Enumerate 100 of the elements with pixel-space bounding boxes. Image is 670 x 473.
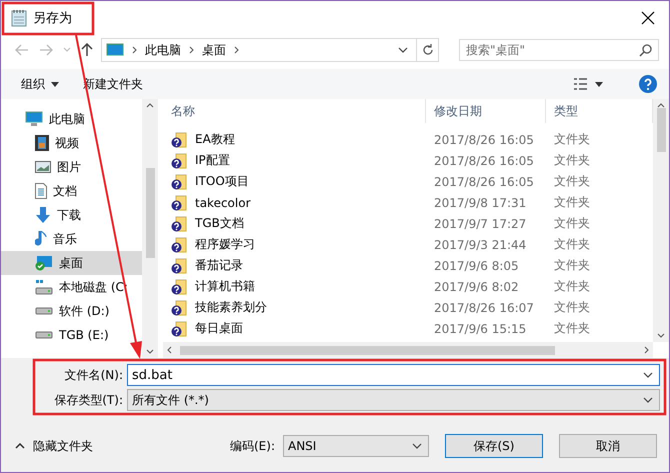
scrollbar[interactable] [142,99,158,358]
modified-date: 2017/9/8 17:31 [433,196,528,210]
document-icon [35,183,47,199]
modified-date: 2017/9/7 17:27 [433,216,528,230]
file-name[interactable]: 番茄记录 [195,257,243,274]
breadcrumb[interactable]: 桌面 [202,42,226,58]
address-bar[interactable]: 此电脑 桌面 [101,38,439,62]
organize-menu-button[interactable]: 组织 [21,74,59,94]
sidebar-item[interactable]: 图片 [1,155,142,179]
scroll-down-icon [657,333,665,338]
scroll-right-icon [644,346,649,354]
sidebar-item[interactable]: 文档 [1,179,142,203]
folder-question-icon [171,132,187,148]
encoding-label: 编码(E): [230,438,275,454]
folder-question-icon [171,300,187,316]
back-arrow-icon [15,44,29,56]
sidebar-item[interactable]: 软件 (D:) [1,299,142,323]
modified-date: 2017/9/3 21:44 [433,238,528,252]
monitor-icon [106,43,124,57]
file-name[interactable]: takecolor [195,196,251,210]
refresh-icon [422,44,434,56]
sidebar-item[interactable]: 下载 [1,203,142,227]
down-arrow-icon [35,207,51,223]
file-name[interactable]: IP配置 [195,152,230,169]
encoding-dropdown[interactable]: ANSI [283,435,429,457]
dropdown-caret-icon [643,372,653,378]
drive-icon [35,279,53,295]
file-name[interactable]: 程序媛学习 [195,236,255,253]
sidebar-item[interactable]: 音乐 [1,227,142,251]
scroll-thumb[interactable] [656,108,666,152]
file-type: 文件夹 [553,257,591,274]
save-button[interactable]: 保存(S) [445,434,543,458]
up-arrow-icon [81,43,93,57]
file-name[interactable]: ITOO项目 [195,173,249,190]
file-type: 文件夹 [553,278,591,295]
file-type: 文件夹 [553,215,591,232]
column-header[interactable]: 修改日期 [426,99,546,123]
modified-date: 2017/9/6 8:02 [433,280,520,294]
sidebar-item[interactable]: 此电脑 [1,107,142,131]
scroll-thumb[interactable] [146,168,154,258]
folder-question-icon [171,236,187,252]
hide-folders-button[interactable]: 隐藏文件夹 [15,438,93,454]
scroll-up-icon [657,103,665,108]
file-name[interactable]: 每日桌面 [195,320,243,337]
dropdown-caret-icon [643,397,653,403]
notepad-icon [11,9,27,27]
file-name[interactable]: TGB文档 [195,215,244,232]
file-type-dropdown[interactable]: 所有文件 (*.*) [127,389,660,411]
scroll-up-icon [146,103,154,108]
breadcrumb-separator-icon [132,46,137,54]
caret-icon [51,82,59,86]
file-name[interactable]: 计算机书籍 [195,278,255,295]
dropdown-caret-icon [412,443,422,449]
desktop-icon [35,255,53,271]
modified-date: 2017/9/6 15:15 [433,322,528,336]
file-type: 文件夹 [553,173,591,190]
drive-icon [35,331,53,339]
cancel-button[interactable]: 取消 [559,434,657,458]
file-type-label: 保存类型(T): [53,392,124,408]
sidebar-item[interactable]: 视频 [1,131,142,155]
drive-icon [35,307,53,315]
folder-question-icon [171,174,187,190]
back-button[interactable] [13,42,31,58]
sidebar-item[interactable]: TGB (E:) [1,323,142,347]
file-name[interactable]: 技能素养划分 [195,299,267,316]
forward-button[interactable] [37,42,55,58]
music-note-icon [35,231,47,247]
file-name[interactable]: EA教程 [195,131,235,148]
modified-date: 2017/8/26 16:07 [433,300,535,314]
file-type: 文件夹 [553,194,591,211]
caret-icon [595,82,603,86]
scroll-left-icon [167,346,172,354]
horizontal-scrollbar[interactable] [163,342,653,358]
details-view-icon [573,77,589,91]
folder-question-icon [171,194,187,210]
breadcrumb-separator-icon [234,46,239,54]
scrollbar[interactable] [653,99,669,342]
modified-date: 2017/9/6 8:05 [433,258,520,272]
search-field[interactable]: 搜索"桌面" [459,39,659,61]
dropdown-caret-icon [398,47,408,53]
modified-date: 2017/8/26 16:05 [433,132,535,146]
scroll-down-icon [146,349,154,354]
filename-label: 文件名(N): [64,366,124,384]
search-icon [639,44,652,57]
window-title: 另存为 [33,10,73,27]
folder-question-icon [171,152,187,168]
sidebar-item[interactable]: 桌面 [1,251,142,275]
close-icon [641,11,655,25]
scroll-thumb[interactable] [180,346,555,354]
folder-question-icon [171,216,187,232]
filename-field[interactable]: sd.bat [127,364,660,386]
film-icon [35,135,49,151]
folder-question-icon [171,320,187,336]
forward-arrow-icon [39,44,53,56]
folder-question-icon [171,258,187,274]
up-button[interactable] [79,41,95,59]
breadcrumb[interactable]: 此电脑 [145,42,181,58]
monitor-icon [25,111,43,127]
help-button[interactable] [639,73,657,95]
column-header[interactable]: 名称 [163,99,426,123]
